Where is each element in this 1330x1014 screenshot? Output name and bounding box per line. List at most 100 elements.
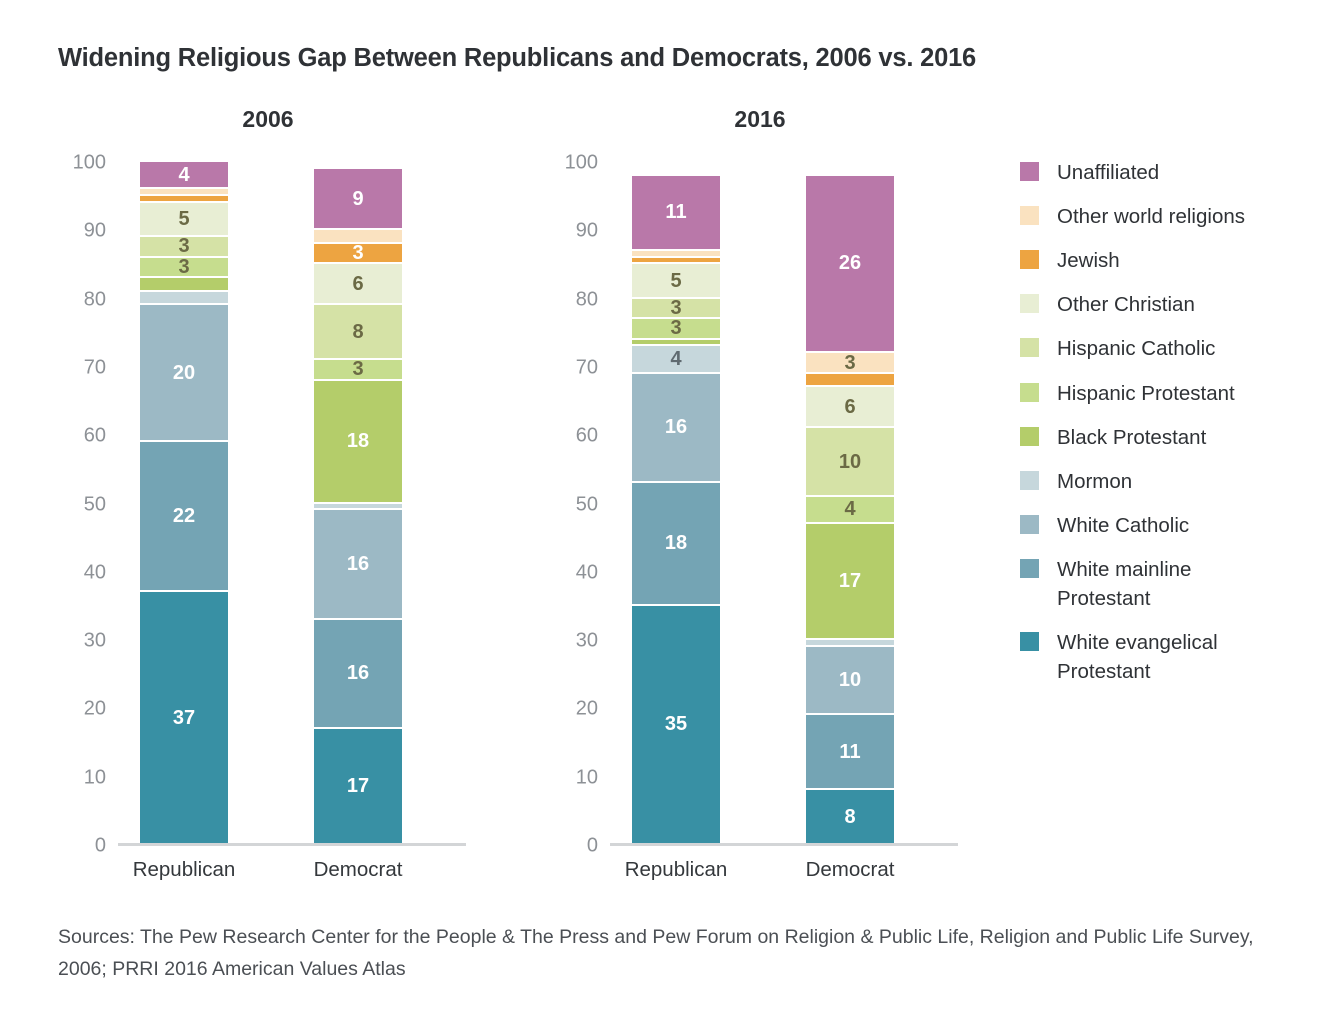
bar-segment-value: 17 <box>838 570 862 593</box>
y-tick-50: 50 <box>575 493 598 515</box>
bar-segment[interactable]: 3 <box>314 358 402 379</box>
legend-item[interactable]: Hispanic Protestant <box>1020 379 1320 408</box>
bar-segment-value: 11 <box>839 740 861 763</box>
bar-segment[interactable]: 8 <box>806 788 894 843</box>
bar-segment[interactable] <box>632 255 720 263</box>
legend-swatch-icon <box>1020 294 1039 314</box>
bar-segment-value: 4 <box>670 348 682 371</box>
legend-item-label: White evangelical Protestant <box>1057 631 1218 684</box>
bar-segment[interactable]: 3 <box>314 241 402 263</box>
legend-item[interactable]: White evangelical Protestant <box>1020 628 1320 686</box>
chart-legend: Unaffiliated Other world religions Jewish O… <box>1020 158 1320 701</box>
y-tick-80: 80 <box>83 288 106 311</box>
legend-item[interactable]: Unaffiliated <box>1020 158 1320 187</box>
legend-swatch-icon <box>1020 426 1039 446</box>
bar-segment[interactable]: 3 <box>140 235 228 256</box>
bar-segment[interactable] <box>806 371 894 386</box>
legend-item[interactable]: Other world religions <box>1020 202 1320 231</box>
bar-segment[interactable]: 17 <box>806 522 894 639</box>
x-label-democrat: Democrat <box>313 858 403 881</box>
bar-segment[interactable] <box>314 228 402 242</box>
bar-segment[interactable]: 8 <box>314 303 402 359</box>
y-tick-100: 100 <box>72 151 106 174</box>
bar-segment[interactable]: 26 <box>806 173 894 352</box>
bar-segment[interactable] <box>140 194 228 201</box>
bar-segment-value: 35 <box>664 713 688 736</box>
bar-segment[interactable]: 35 <box>632 603 720 843</box>
bar-segment[interactable]: 5 <box>140 201 228 236</box>
y-tick-10: 10 <box>83 766 106 789</box>
bar-segment[interactable]: 18 <box>314 378 402 502</box>
bar-democrat-2016[interactable]: 8 11 10 17 4 10 6 3 26 <box>806 160 894 843</box>
legend-item-label: Other world religions <box>1057 205 1245 229</box>
legend-item[interactable]: White Catholic <box>1020 511 1320 540</box>
bar-segment[interactable] <box>632 248 720 256</box>
bar-segment[interactable]: 11 <box>632 173 720 249</box>
panel-title-2016: 2016 <box>734 106 786 132</box>
legend-item[interactable]: Jewish <box>1020 246 1320 275</box>
legend-item[interactable]: Mormon <box>1020 467 1320 496</box>
bar-segment[interactable]: 16 <box>314 508 402 618</box>
bar-segment[interactable]: 16 <box>314 617 402 727</box>
bar-segment[interactable] <box>140 187 228 195</box>
bar-segment[interactable] <box>314 501 402 509</box>
bar-segment[interactable]: 5 <box>632 262 720 297</box>
bar-segment[interactable]: 20 <box>140 303 228 441</box>
bar-segment-value: 3 <box>670 317 682 338</box>
plot-area-2016: 0 10 20 30 40 50 60 70 80 90 100 35 18 16 4 3 3 5 11 8 11 1… <box>550 152 970 881</box>
bar-segment-value: 16 <box>346 662 370 685</box>
bar-segment[interactable]: 3 <box>806 351 894 372</box>
bar-segment-value: 17 <box>346 774 370 797</box>
bar-segment-value: 4 <box>844 498 856 521</box>
legend-swatch-icon <box>1020 514 1039 534</box>
legend-item[interactable]: Black Protestant <box>1020 423 1320 452</box>
y-tick-10: 10 <box>575 766 598 789</box>
bar-segment[interactable]: 10 <box>806 644 894 714</box>
bar-segment-value: 3 <box>178 255 190 277</box>
bar-segment[interactable]: 3 <box>632 296 720 318</box>
bar-segment[interactable]: 17 <box>314 726 402 843</box>
bar-segment[interactable]: 3 <box>140 255 228 277</box>
bar-segment[interactable]: 37 <box>140 590 228 843</box>
bar-democrat-2006[interactable]: 17 16 16 18 3 8 6 3 9 <box>314 160 402 843</box>
bar-segment[interactable]: 9 <box>314 166 402 229</box>
bar-republican-2006[interactable]: 37 22 20 3 3 5 4 <box>140 160 228 843</box>
bar-segment-value: 11 <box>665 201 687 224</box>
bar-segment[interactable]: 16 <box>632 371 720 482</box>
legend-item-label: Hispanic Catholic <box>1057 337 1216 361</box>
bar-segment[interactable] <box>806 638 894 645</box>
bars-2006: 37 22 20 3 3 5 4 17 16 16 18 3 8 6 3 9 <box>118 160 466 843</box>
bar-segment[interactable]: 4 <box>140 160 228 188</box>
y-tick-20: 20 <box>83 697 106 720</box>
y-tick-80: 80 <box>575 288 598 311</box>
bar-segment[interactable]: 11 <box>806 713 894 789</box>
bar-segment[interactable]: 3 <box>632 317 720 338</box>
x-axis-line-2006 <box>118 843 466 846</box>
bar-segment[interactable]: 10 <box>806 426 894 495</box>
bar-segment[interactable]: 22 <box>140 440 228 591</box>
y-tick-0: 0 <box>94 834 106 857</box>
bar-segment-value: 3 <box>352 242 364 263</box>
bar-segment[interactable]: 4 <box>632 344 720 372</box>
bar-segment-value: 37 <box>172 706 196 729</box>
bar-segment[interactable]: 6 <box>806 385 894 427</box>
bar-segment[interactable] <box>140 289 228 304</box>
x-label-republican: Republican <box>132 858 236 881</box>
legend-item[interactable]: White mainline Protestant <box>1020 555 1320 613</box>
y-tick-0: 0 <box>586 834 598 857</box>
legend-swatch-icon <box>1020 250 1039 270</box>
bar-segment-value: 26 <box>838 252 862 275</box>
bar-segment-value: 18 <box>346 430 370 453</box>
bar-segment[interactable]: 4 <box>806 494 894 522</box>
legend-item[interactable]: Other Christian <box>1020 290 1320 319</box>
bar-segment[interactable] <box>632 337 720 345</box>
bar-segment[interactable] <box>140 276 228 290</box>
bar-republican-2016[interactable]: 35 18 16 4 3 3 5 11 <box>632 160 720 843</box>
y-tick-30: 30 <box>575 629 598 652</box>
bar-segment-value: 8 <box>352 320 364 343</box>
bar-segment[interactable]: 6 <box>314 262 402 304</box>
page-title: Widening Religious Gap Between Republica… <box>58 44 977 72</box>
legend-item[interactable]: Hispanic Catholic <box>1020 334 1320 363</box>
plot-area-2006: 0 10 20 30 40 50 60 70 80 90 100 37 22 20 3 3 5 4 17 16 16… <box>58 152 478 881</box>
bar-segment[interactable]: 18 <box>632 481 720 604</box>
